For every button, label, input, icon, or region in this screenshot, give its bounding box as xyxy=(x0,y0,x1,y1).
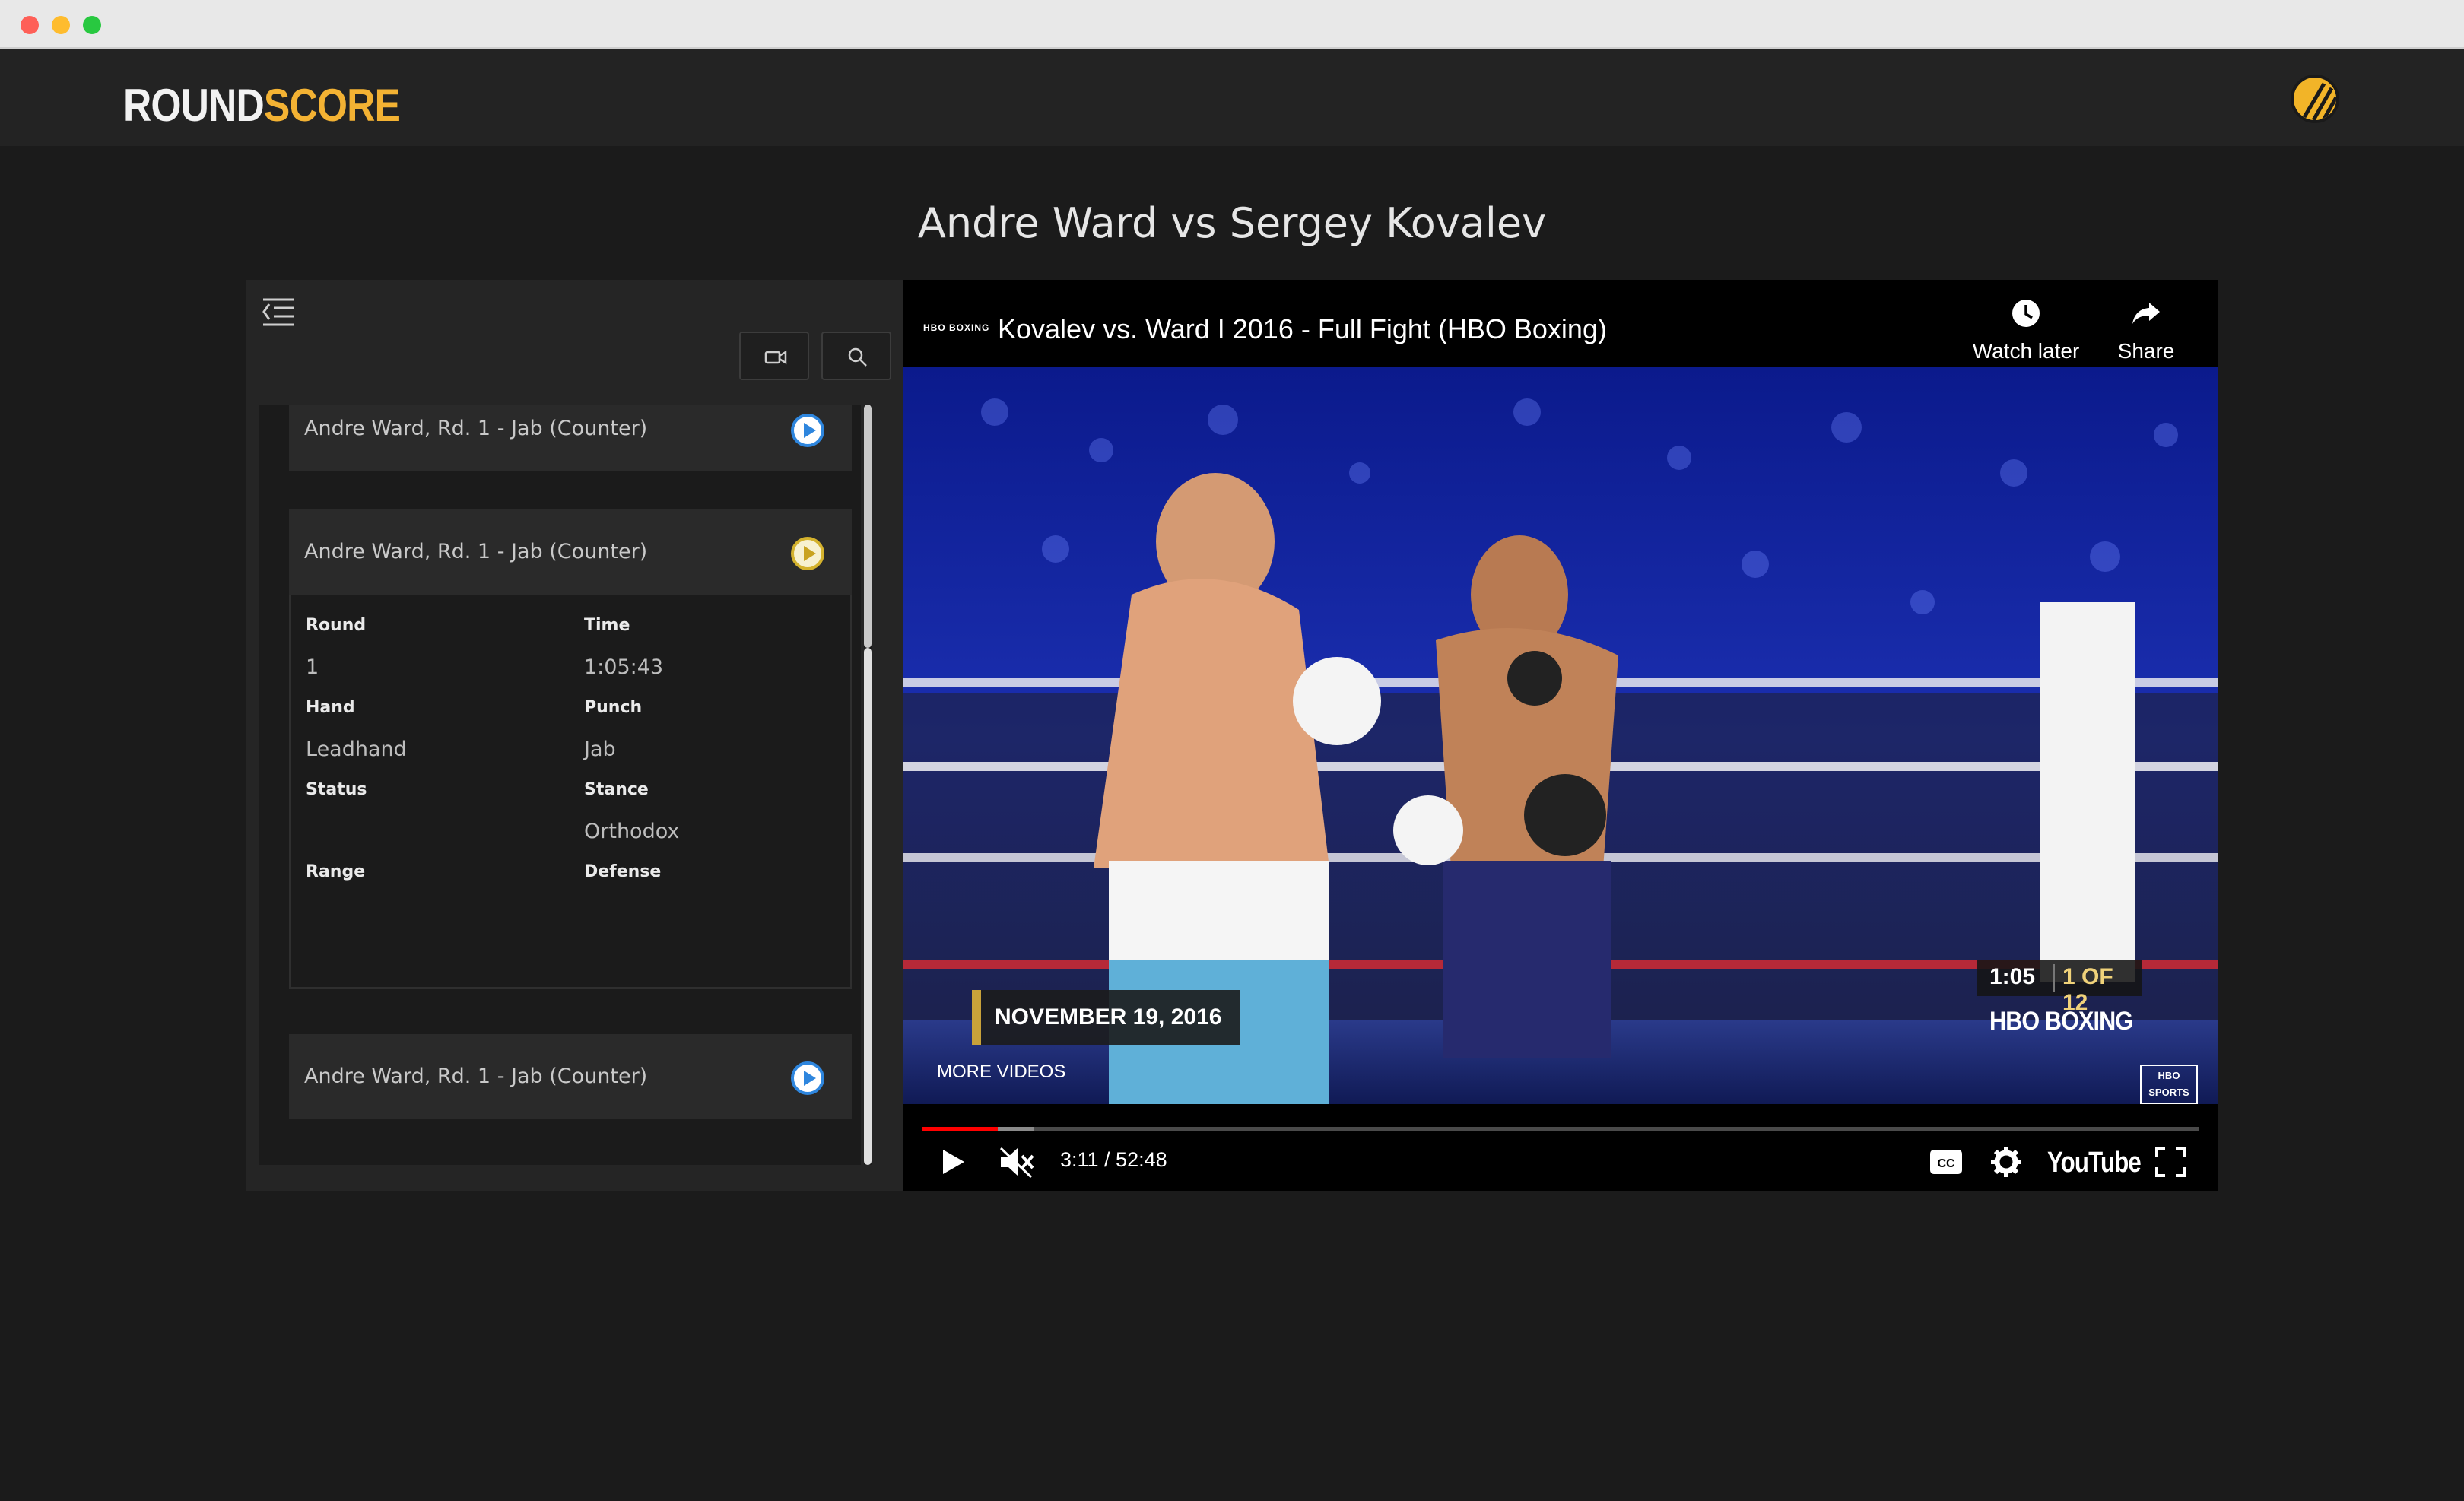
broadcast-clock: 1:05 1 OF 12 xyxy=(1977,960,2142,1015)
broadcast-date-card: NOVEMBER 19, 2016 xyxy=(972,990,1240,1045)
share-button[interactable]: Share xyxy=(2085,297,2207,363)
clock-divider xyxy=(2053,964,2055,992)
clip-item[interactable]: Andre Ward, Rd. 1 - Jab (Counter) xyxy=(289,1034,852,1119)
roundscore-logo[interactable]: ROUNDSCORE xyxy=(123,79,401,132)
zoom-window-button[interactable] xyxy=(83,16,101,34)
broadcast-clock-time: 1:05 xyxy=(1989,964,2036,989)
video-title[interactable]: Kovalev vs. Ward I 2016 - Full Fight (HB… xyxy=(998,313,1607,345)
playback-time: 3:11 / 52:48 xyxy=(1060,1148,1167,1171)
video-player[interactable]: NOVEMBER 19, 2016 1:05 1 OF 12 HBO BOXIN… xyxy=(903,280,2218,1191)
clip-item-expanded[interactable]: Andre Ward, Rd. 1 - Jab (Counter) xyxy=(289,509,852,595)
video-camera-icon xyxy=(764,350,787,365)
player-controls: 3:11 / 52:48 CC YouTube xyxy=(903,1104,2218,1191)
network-logo: HBO BOXING xyxy=(1989,1007,2133,1036)
clip-item[interactable]: Andre Ward, Rd. 1 - Jab (Counter) xyxy=(289,405,852,471)
hand-value: Leadhand xyxy=(306,738,407,761)
punch-label: Punch xyxy=(584,698,643,717)
video-filter-button[interactable] xyxy=(739,332,809,380)
watch-later-button[interactable]: Watch later xyxy=(1965,297,2087,363)
search-button[interactable] xyxy=(821,332,891,380)
minimize-window-button[interactable] xyxy=(52,16,70,34)
more-videos-link[interactable]: MORE VIDEOS xyxy=(937,1061,1065,1083)
range-label: Range xyxy=(306,862,366,881)
defense-label: Defense xyxy=(584,862,662,881)
network-corner-logo: HBO SPORTS xyxy=(2140,1065,2198,1104)
play-clip-icon[interactable] xyxy=(791,537,824,570)
clip-label: Andre Ward, Rd. 1 - Jab (Counter) xyxy=(304,1065,648,1088)
search-icon xyxy=(848,347,867,367)
watch-later-label: Watch later xyxy=(1972,339,2080,363)
page-title: Andre Ward vs Sergey Kovalev xyxy=(917,199,1547,247)
time-value: 1:05:43 xyxy=(584,655,664,679)
status-label: Status xyxy=(306,780,367,799)
hand-label: Hand xyxy=(306,698,355,717)
svg-text:CC: CC xyxy=(1937,1157,1955,1170)
share-arrow-icon xyxy=(2132,303,2160,324)
scrollbar-thumb-upper[interactable] xyxy=(864,405,872,648)
logo-text-score: SCORE xyxy=(263,80,401,131)
clock-icon xyxy=(2012,300,2040,327)
share-label: Share xyxy=(2117,339,2175,363)
clip-panel: Andre Ward, Rd. 1 - Jab (Counter) Andre … xyxy=(246,280,903,1191)
broadcast-date: NOVEMBER 19, 2016 xyxy=(995,1004,1222,1030)
scrollbar-thumb[interactable] xyxy=(864,648,872,1165)
channel-logo[interactable]: HBO BOXING xyxy=(923,322,989,333)
play-clip-icon[interactable] xyxy=(791,1061,824,1095)
stance-label: Stance xyxy=(584,780,649,799)
corner-logo-line2: SPORTS xyxy=(2148,1087,2189,1098)
round-label: Round xyxy=(306,616,367,635)
punch-value: Jab xyxy=(584,738,616,761)
clip-label: Andre Ward, Rd. 1 - Jab (Counter) xyxy=(304,417,648,440)
app-header: ROUNDSCORE xyxy=(0,49,2464,146)
progress-played xyxy=(922,1127,998,1131)
fullscreen-icon[interactable] xyxy=(2155,1147,2186,1177)
play-icon[interactable] xyxy=(937,1147,967,1177)
clip-details: Round 1 Time 1:05:43 Hand Leadhand Punch… xyxy=(289,595,852,989)
clip-label: Andre Ward, Rd. 1 - Jab (Counter) xyxy=(304,540,648,563)
time-label: Time xyxy=(584,616,630,635)
play-clip-icon[interactable] xyxy=(791,414,824,447)
muted-volume-icon[interactable] xyxy=(998,1145,1034,1179)
logo-text-round: ROUND xyxy=(123,80,265,131)
round-value: 1 xyxy=(306,655,319,679)
youtube-logo[interactable]: YouTube xyxy=(2047,1147,2142,1179)
account-avatar-icon[interactable] xyxy=(2291,75,2339,123)
corner-logo-line1: HBO xyxy=(2158,1070,2180,1081)
close-window-button[interactable] xyxy=(21,16,39,34)
player-top-bar: HBO BOXING Kovalev vs. Ward I 2016 - Ful… xyxy=(903,280,2218,367)
clip-list-scrollbar[interactable] xyxy=(864,405,872,1165)
stance-value: Orthodox xyxy=(584,820,680,843)
window-titlebar xyxy=(0,0,2464,49)
collapse-menu-icon[interactable] xyxy=(260,295,297,328)
settings-gear-icon[interactable] xyxy=(1989,1145,2023,1179)
progress-bar[interactable] xyxy=(922,1127,2199,1131)
video-frame[interactable]: NOVEMBER 19, 2016 1:05 1 OF 12 HBO BOXIN… xyxy=(903,367,2218,1104)
captions-icon[interactable]: CC xyxy=(1929,1148,1964,1176)
